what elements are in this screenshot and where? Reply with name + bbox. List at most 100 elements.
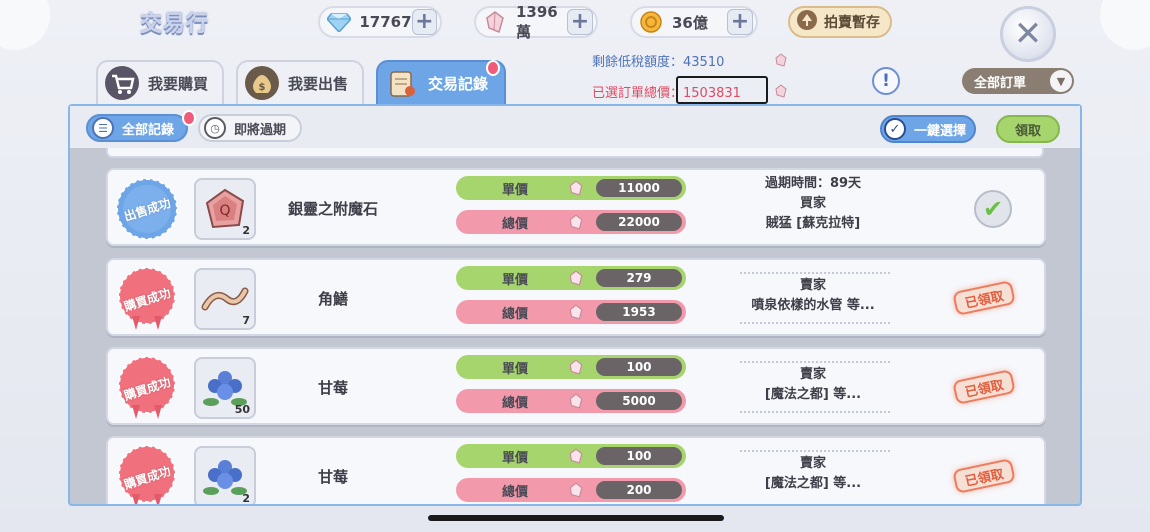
help-button[interactable]: ! xyxy=(872,67,900,95)
tab-sell[interactable]: $ 我要出售 xyxy=(236,60,364,104)
record-row[interactable]: 購買成功 2 甘莓 單價 100 總價 200 賣家 [魔法之都] 等... 已… xyxy=(106,436,1046,504)
zeny-currency: 36億 + xyxy=(630,6,758,38)
claimed-stamp: 已領取 xyxy=(952,458,1016,494)
select-all-button[interactable]: ✓ 一鍵選擇 xyxy=(880,115,976,143)
selected-total-label: 已選訂單總價： xyxy=(592,86,684,101)
shopping-cart-icon xyxy=(104,65,140,101)
add-diamond-button[interactable]: + xyxy=(411,9,437,35)
tax-quota-label: 剩餘低稅額度： xyxy=(592,55,684,70)
add-zeny-button[interactable]: + xyxy=(727,9,753,35)
tab-sell-label: 我要出售 xyxy=(288,74,349,93)
top-bar: 交易行 17767 + 1396萬 + 36億 + 拍賣暫存 ✕ xyxy=(0,0,1150,62)
subtab-all-records[interactable]: ☰ 全部記錄 xyxy=(86,114,188,142)
unit-price-label: 單價 xyxy=(501,450,528,466)
crystal-icon xyxy=(569,393,583,409)
total-price-value: 200 xyxy=(596,481,682,499)
unit-price: 單價 100 xyxy=(456,355,686,379)
item-name: 甘莓 xyxy=(317,468,348,486)
svg-text:Q: Q xyxy=(219,203,230,219)
info-icon: ! xyxy=(882,71,890,91)
record-row[interactable]: 購買成功 50 甘莓 單價 100 總價 5000 賣家 [魔法之都] 等... xyxy=(106,347,1046,425)
unit-price: 單價 11000 xyxy=(456,176,686,200)
status-badge: 出售成功 xyxy=(114,176,180,242)
trade-info: 賣家 [魔法之都] 等... xyxy=(738,365,888,405)
tax-quota: 剩餘低稅額度：43510 xyxy=(592,51,724,70)
svg-text:$: $ xyxy=(259,82,266,93)
auction-storage-button[interactable]: 拍賣暫存 xyxy=(788,6,892,38)
crystal-currency: 1396萬 + xyxy=(474,3,598,41)
tab-buy[interactable]: 我要購買 xyxy=(96,60,224,104)
close-button[interactable]: ✕ xyxy=(1000,6,1056,62)
unit-price-label: 單價 xyxy=(501,272,528,288)
trade-info: 過期時間：89天 買家 賊猛 [蘇克拉特] xyxy=(738,174,888,234)
divider xyxy=(740,322,890,324)
close-icon: ✕ xyxy=(1013,14,1043,54)
total-price-value: 1953 xyxy=(596,303,682,321)
item-quantity: 2 xyxy=(242,492,250,504)
status-badge: 購買成功 xyxy=(114,444,180,504)
diamond-amount: 17767 xyxy=(359,13,412,31)
crystal-icon xyxy=(569,448,583,464)
trade-info: 賣家 [魔法之都] 等... xyxy=(738,454,888,494)
total-price-label: 總價 xyxy=(501,216,528,232)
subtab-expiring-soon-label: 即將過期 xyxy=(234,122,287,138)
unit-price: 單價 279 xyxy=(456,266,686,290)
crystal-icon xyxy=(569,482,583,498)
subtab-all-records-label: 全部記錄 xyxy=(122,122,175,138)
crystal-icon xyxy=(569,180,583,196)
selected-checkbox[interactable]: ✔ xyxy=(974,190,1012,228)
claim-button[interactable]: 領取 xyxy=(996,115,1060,143)
notification-dot xyxy=(182,110,196,126)
records-list[interactable]: 出售成功 Q 2 銀靈之附魔石 單價 11000 總價 22000 過期時間：8… xyxy=(70,148,1080,504)
divider xyxy=(740,361,890,363)
order-filter-value: 全部訂單 xyxy=(974,75,1027,91)
subtab-expiring-soon[interactable]: ◷ 即將過期 xyxy=(198,114,302,142)
unit-price-value: 279 xyxy=(596,269,682,287)
berry-flower-icon xyxy=(203,460,247,495)
add-crystal-button[interactable]: + xyxy=(567,9,593,35)
crystal-icon xyxy=(569,214,583,230)
unit-price-value: 100 xyxy=(596,358,682,376)
unit-price-label: 單價 xyxy=(501,182,528,198)
chevron-down-icon: ▼ xyxy=(1050,70,1072,92)
expiry-time: 過期時間：89天 xyxy=(764,176,862,191)
total-price: 總價 5000 xyxy=(456,389,686,413)
scroll-record-icon xyxy=(384,65,420,101)
party-label: 賣家 xyxy=(799,456,826,471)
item-quantity: 7 xyxy=(242,314,250,327)
crystal-icon xyxy=(569,304,583,320)
crystal-icon xyxy=(482,11,508,33)
select-all-label: 一鍵選擇 xyxy=(914,123,967,139)
unit-price-label: 單價 xyxy=(501,361,528,377)
divider xyxy=(740,272,890,274)
item-name: 銀靈之附魔石 xyxy=(287,200,378,218)
item-icon-slot[interactable]: Q 2 xyxy=(194,178,256,240)
total-price-label: 總價 xyxy=(501,484,528,500)
order-filter-select[interactable]: 全部訂單 ▼ xyxy=(962,68,1074,94)
item-icon-slot[interactable]: 7 xyxy=(194,268,256,330)
status-badge: 購買成功 xyxy=(114,355,180,421)
crystal-icon xyxy=(775,53,787,67)
clock-icon: ◷ xyxy=(204,117,226,139)
total-price: 總價 200 xyxy=(456,478,686,502)
record-row[interactable]: 出售成功 Q 2 銀靈之附魔石 單價 11000 總價 22000 過期時間：8… xyxy=(106,168,1046,246)
party-name: [魔法之都] 等... xyxy=(764,476,862,491)
party-name: [魔法之都] 等... xyxy=(764,387,862,402)
auction-icon xyxy=(796,9,818,35)
list-item xyxy=(106,148,1044,158)
status-badge: 購買成功 xyxy=(114,266,180,332)
record-row[interactable]: 購買成功 7 角鱔 單價 279 總價 1953 賣家 噴泉依樣的水管 等... xyxy=(106,258,1046,336)
item-icon-slot[interactable]: 2 xyxy=(194,446,256,504)
item-icon-slot[interactable]: 50 xyxy=(194,357,256,419)
item-name: 甘莓 xyxy=(317,379,348,397)
total-price-label: 總價 xyxy=(501,395,528,411)
total-price-value: 5000 xyxy=(596,392,682,410)
filter-bar: ☰ 全部記錄 ◷ 即將過期 ✓ 一鍵選擇 領取 xyxy=(70,106,1080,148)
list-icon: ☰ xyxy=(92,117,114,139)
item-quantity: 2 xyxy=(242,224,250,237)
checkmark-icon: ✓ xyxy=(884,118,906,140)
unit-price: 單價 100 xyxy=(456,444,686,468)
enchant-stone-icon: Q xyxy=(205,188,245,229)
home-indicator[interactable] xyxy=(428,515,724,521)
item-quantity: 50 xyxy=(234,403,250,416)
